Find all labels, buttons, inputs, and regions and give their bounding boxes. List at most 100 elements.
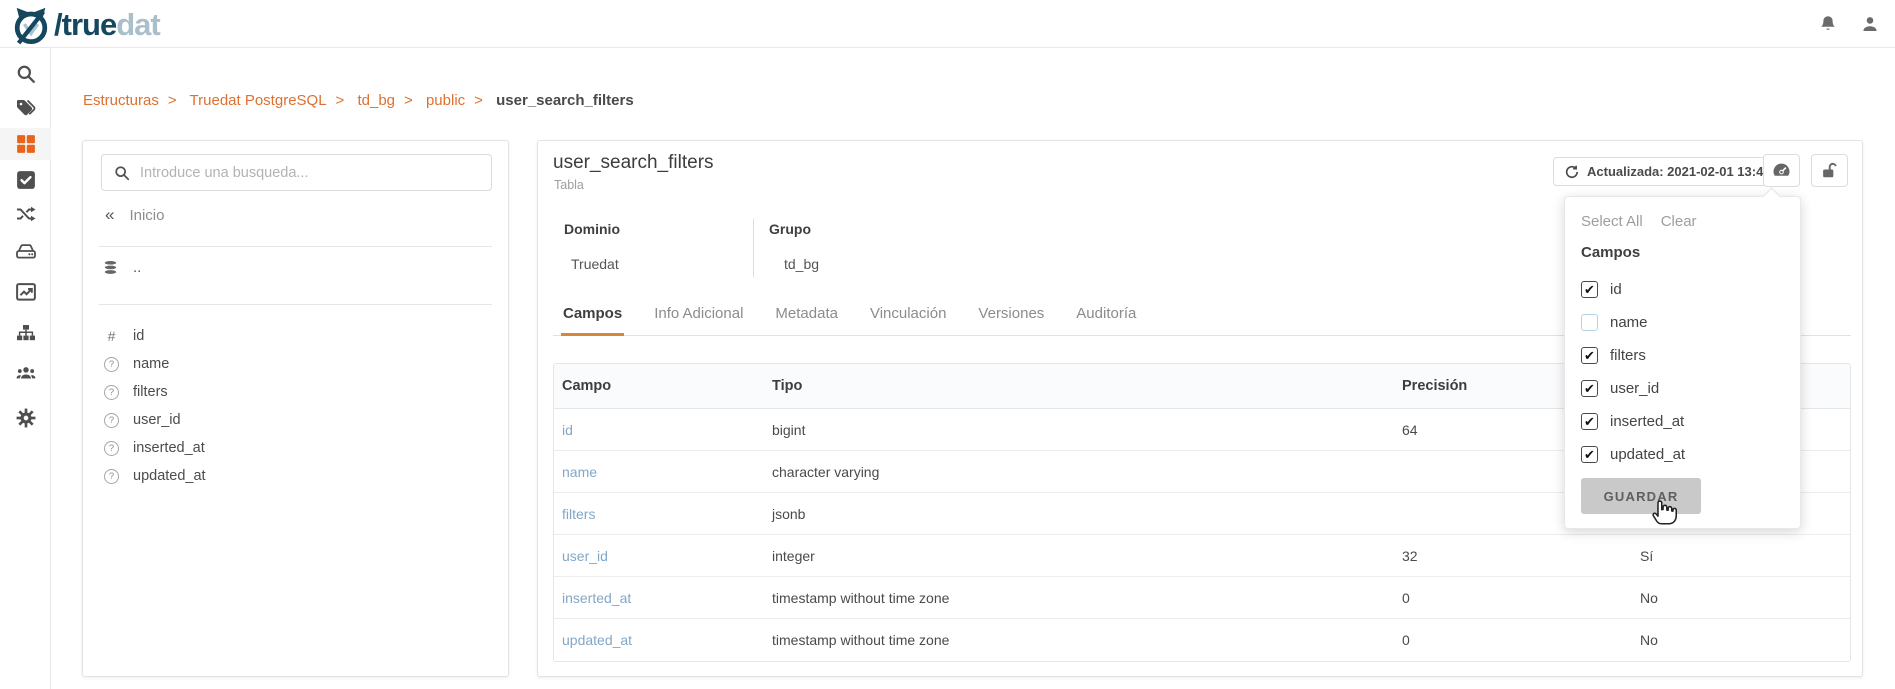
- question-circle-icon: ?: [104, 441, 119, 456]
- breadcrumb-current: user_search_filters: [496, 92, 634, 109]
- divider: [99, 246, 492, 247]
- checkbox-icon[interactable]: ✔: [1581, 380, 1598, 397]
- gear-icon[interactable]: [16, 408, 36, 428]
- precision-cell: 64: [1394, 422, 1562, 438]
- dropdown-option[interactable]: ✔ id: [1581, 273, 1784, 306]
- bell-icon[interactable]: [1818, 14, 1838, 34]
- campo-link[interactable]: user_id: [562, 548, 608, 564]
- icon-sidebar: [0, 48, 51, 689]
- column-settings-button[interactable]: [1763, 154, 1800, 187]
- dropdown-option[interactable]: ✔ inserted_at: [1581, 405, 1784, 438]
- checkbox-icon[interactable]: [1581, 314, 1598, 331]
- structure-browser-panel: « Inicio .. # id ? name ? filters ? user…: [82, 140, 509, 677]
- dropdown-options: ✔ id name ✔ filters ✔ user_id ✔ inserted…: [1581, 273, 1784, 471]
- sitemap-icon[interactable]: [16, 324, 36, 344]
- refresh-icon: [1565, 165, 1579, 179]
- search-input[interactable]: [140, 165, 479, 181]
- search-icon[interactable]: [16, 64, 36, 84]
- campo-link[interactable]: id: [562, 422, 573, 438]
- campo-link[interactable]: filters: [562, 506, 595, 522]
- column-header-precision: Precisión: [1394, 378, 1562, 394]
- clear-link[interactable]: Clear: [1661, 213, 1697, 230]
- breadcrumb-separator: >: [336, 92, 345, 109]
- column-header-campo: Campo: [554, 378, 764, 394]
- checkbox-icon[interactable]: ✔: [1581, 413, 1598, 430]
- breadcrumb-link[interactable]: Truedat PostgreSQL: [190, 92, 327, 109]
- breadcrumb-separator: >: [474, 92, 483, 109]
- users-icon[interactable]: [16, 366, 36, 386]
- question-circle-icon: ?: [104, 357, 119, 372]
- group-label: Grupo: [769, 221, 811, 237]
- server-icon[interactable]: [16, 243, 36, 263]
- campo-link[interactable]: name: [562, 464, 597, 480]
- table-row: inserted_at timestamp without time zone …: [554, 577, 1850, 619]
- shuffle-icon[interactable]: [16, 206, 36, 226]
- check-square-icon[interactable]: [16, 170, 36, 190]
- save-button[interactable]: GUARDAR: [1581, 478, 1701, 514]
- question-circle-icon: ?: [104, 469, 119, 484]
- magnifier-icon: [114, 165, 130, 181]
- tachometer-icon: [1772, 162, 1791, 179]
- top-bar: /truedat: [0, 0, 1895, 48]
- hash-icon: #: [108, 328, 116, 344]
- divider: [753, 219, 754, 277]
- tab-vinculación[interactable]: Vinculación: [868, 299, 948, 335]
- structure-search-box: [101, 154, 492, 191]
- tab-info-adicional[interactable]: Info Adicional: [652, 299, 745, 335]
- database-icon: [103, 260, 118, 275]
- column-settings-dropdown: Select All Clear Campos ✔ id name ✔ filt…: [1564, 196, 1801, 529]
- breadcrumb: Estructuras> Truedat PostgreSQL> td_bg> …: [83, 92, 634, 109]
- refresh-updated-button[interactable]: Actualizada: 2021-02-01 13:42: [1553, 157, 1783, 186]
- dropdown-option[interactable]: name: [1581, 306, 1784, 339]
- question-circle-icon: ?: [104, 385, 119, 400]
- chart-line-icon[interactable]: [16, 283, 36, 303]
- field-item[interactable]: ? updated_at: [103, 462, 206, 490]
- breadcrumb-separator: >: [168, 92, 177, 109]
- tipo-cell: integer: [764, 548, 1394, 564]
- campo-link[interactable]: inserted_at: [562, 590, 631, 606]
- nullable-cell: No: [1562, 632, 1850, 648]
- unlock-icon: [1821, 162, 1838, 179]
- truedat-logo[interactable]: /truedat: [10, 5, 160, 45]
- tab-auditoría[interactable]: Auditoría: [1074, 299, 1138, 335]
- column-header-tipo: Tipo: [764, 378, 1394, 394]
- breadcrumb-link[interactable]: Estructuras: [83, 92, 159, 109]
- field-item[interactable]: ? user_id: [103, 406, 206, 434]
- hand-cursor-icon: [1650, 495, 1681, 526]
- owl-icon: [10, 5, 52, 45]
- nullable-cell: No: [1562, 590, 1850, 606]
- tipo-cell: bigint: [764, 422, 1394, 438]
- field-item[interactable]: ? filters: [103, 378, 206, 406]
- structure-type-label: Tabla: [554, 178, 584, 192]
- tab-versiones[interactable]: Versiones: [976, 299, 1046, 335]
- fields-list: # id ? name ? filters ? user_id ? insert…: [103, 322, 206, 490]
- checkbox-icon[interactable]: ✔: [1581, 281, 1598, 298]
- field-item[interactable]: ? inserted_at: [103, 434, 206, 462]
- divider: [99, 304, 492, 305]
- field-item[interactable]: ? name: [103, 350, 206, 378]
- precision-cell: 32: [1394, 548, 1562, 564]
- checkbox-icon[interactable]: ✔: [1581, 446, 1598, 463]
- checkbox-icon[interactable]: ✔: [1581, 347, 1598, 364]
- question-circle-icon: ?: [104, 413, 119, 428]
- grid-icon[interactable]: [16, 134, 36, 154]
- breadcrumb-link[interactable]: td_bg: [357, 92, 395, 109]
- group-value: td_bg: [784, 256, 819, 272]
- parent-structure-item[interactable]: ..: [103, 259, 141, 276]
- unlock-button[interactable]: [1811, 154, 1848, 187]
- select-all-link[interactable]: Select All: [1581, 213, 1643, 230]
- dropdown-option[interactable]: ✔ filters: [1581, 339, 1784, 372]
- breadcrumb-separator: >: [404, 92, 413, 109]
- back-to-home-link[interactable]: « Inicio: [105, 205, 165, 225]
- user-icon[interactable]: [1860, 14, 1880, 34]
- dropdown-option[interactable]: ✔ user_id: [1581, 372, 1784, 405]
- tags-icon[interactable]: [16, 99, 36, 119]
- tipo-cell: timestamp without time zone: [764, 632, 1394, 648]
- dropdown-option[interactable]: ✔ updated_at: [1581, 438, 1784, 471]
- table-row: updated_at timestamp without time zone 0…: [554, 619, 1850, 661]
- tab-metadata[interactable]: Metadata: [773, 299, 840, 335]
- breadcrumb-link[interactable]: public: [426, 92, 465, 109]
- tab-campos[interactable]: Campos: [561, 299, 624, 336]
- campo-link[interactable]: updated_at: [562, 632, 632, 648]
- field-item[interactable]: # id: [103, 322, 206, 350]
